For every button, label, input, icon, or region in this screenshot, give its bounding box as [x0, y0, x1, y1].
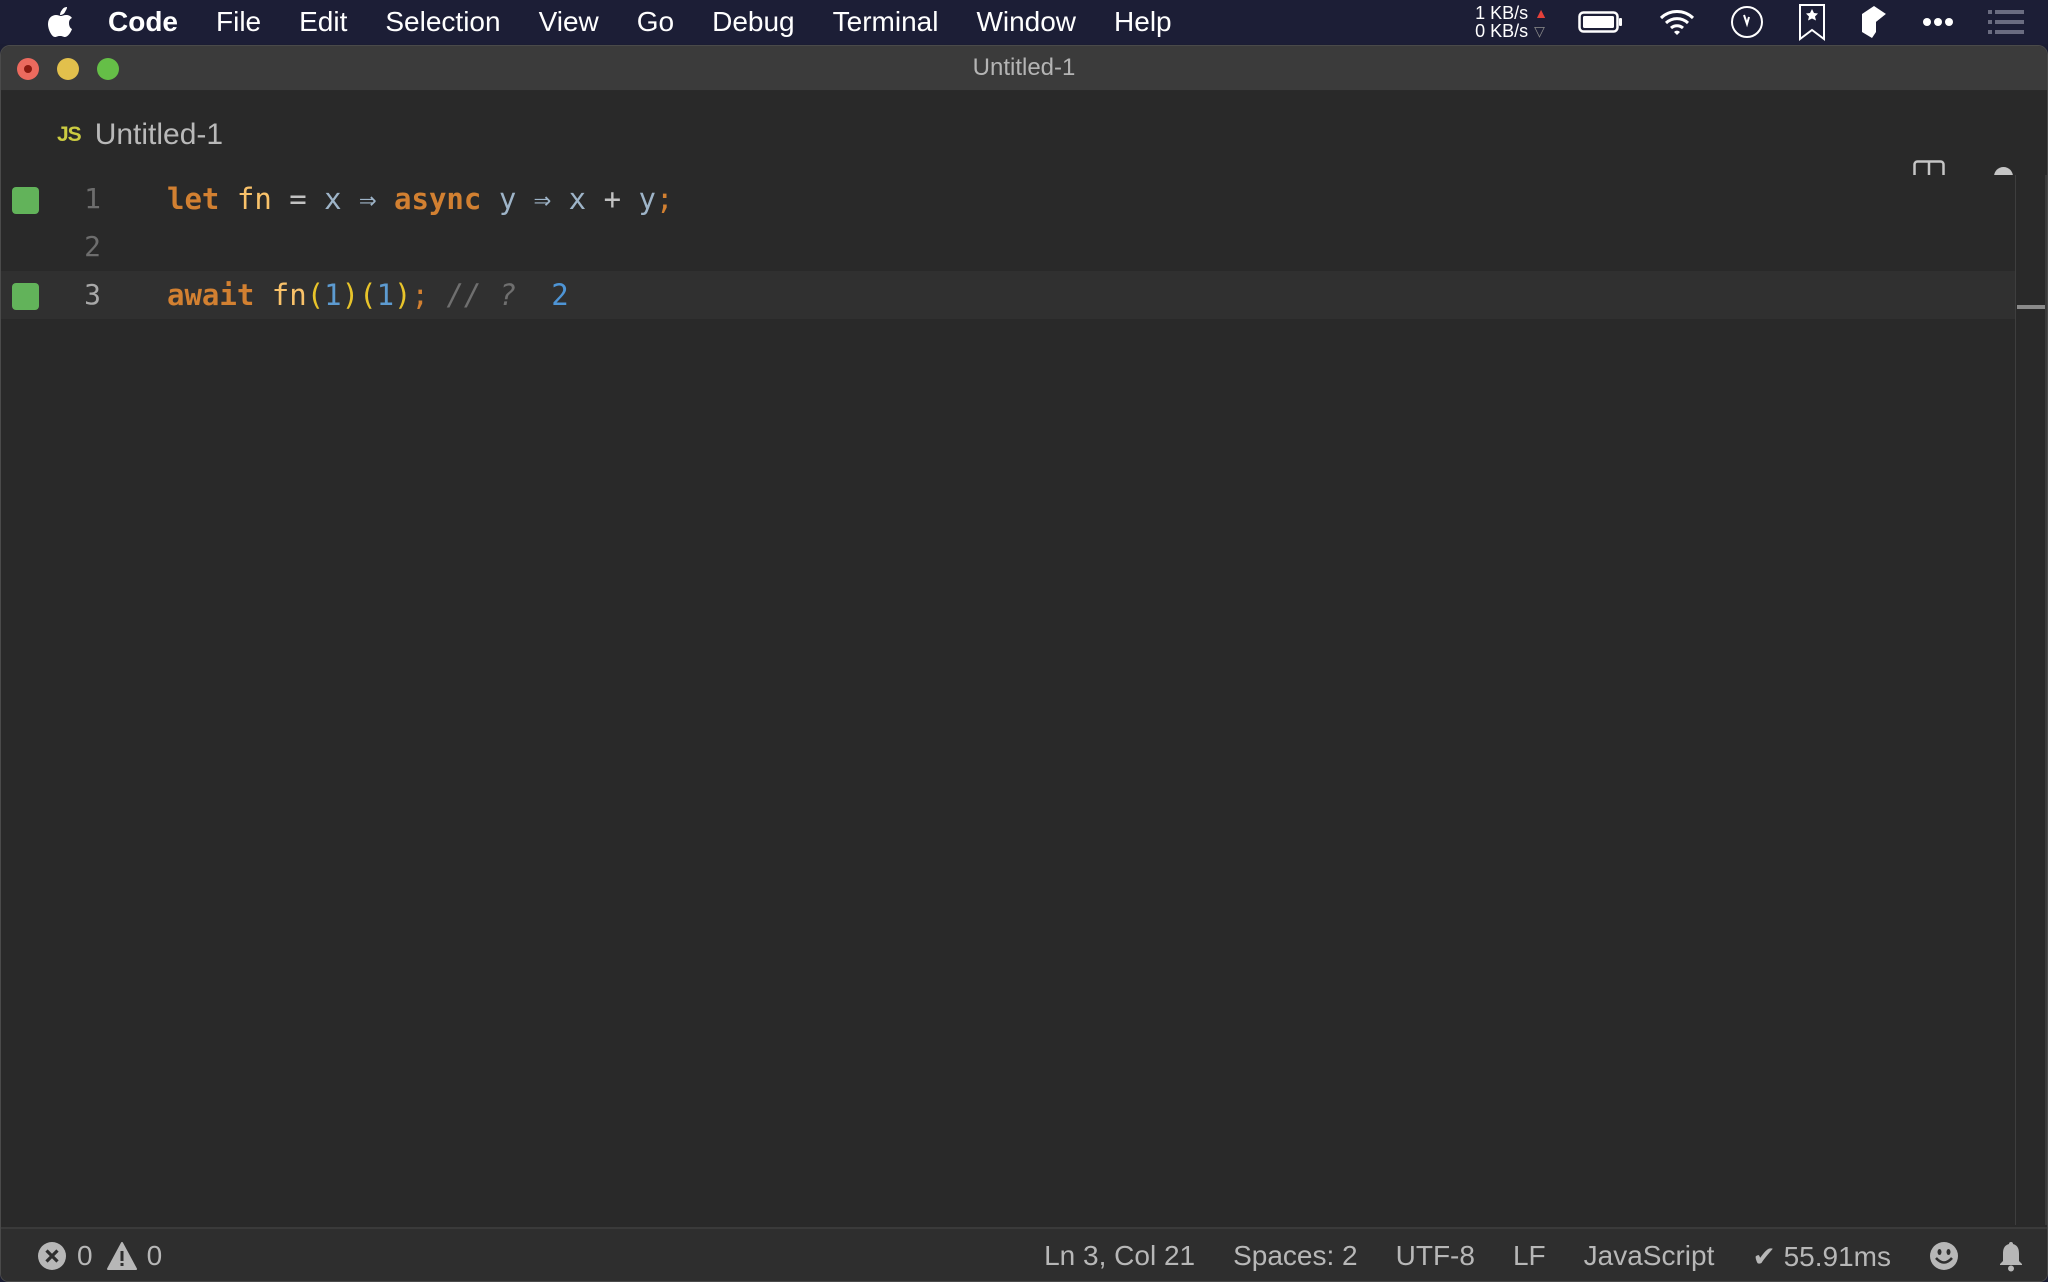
problems-indicator[interactable]: 0 0: [37, 1229, 176, 1281]
menu-terminal[interactable]: Terminal: [833, 6, 939, 38]
code-token-op: +: [586, 182, 639, 216]
quokka-timing[interactable]: ✔ 55.91ms: [1752, 1240, 1891, 1273]
menu-file[interactable]: File: [216, 6, 261, 38]
editor-line-3-current[interactable]: 3 await fn(1)(1); // ? 2: [1, 271, 2015, 319]
menu-debug[interactable]: Debug: [712, 6, 795, 38]
menu-window[interactable]: Window: [976, 6, 1076, 38]
window-title: Untitled-1: [972, 54, 1076, 81]
code-token-op: =: [271, 182, 325, 216]
code-token-var: x: [568, 182, 587, 216]
line-number: 3: [84, 278, 101, 311]
macos-menu-bar: Code File Edit Selection View Go Debug T…: [0, 0, 2048, 44]
cursor-position-marker: [2017, 305, 2047, 309]
code-token-paren: ): [341, 278, 360, 312]
end-of-line[interactable]: LF: [1513, 1240, 1546, 1272]
coverage-indicator-icon: [12, 187, 39, 214]
upload-arrow-icon: ▲: [1534, 5, 1548, 21]
code-token-semi: ;: [656, 182, 674, 216]
coverage-indicator-icon: [12, 283, 39, 310]
line-code: await fn(1)(1); // ? 2: [167, 271, 569, 319]
code-token-var: ⇒: [341, 182, 395, 216]
code-token-kw: await: [167, 278, 255, 312]
vertical-scrollbar[interactable]: [2015, 175, 2047, 1225]
warning-count: 0: [146, 1240, 163, 1271]
editor-tab-bar: JS Untitled-1: [1, 91, 2047, 192]
code-token-kw: async: [394, 182, 482, 216]
code-token-paren: ): [394, 278, 412, 312]
code-editor[interactable]: 1 let fn = x ⇒ async y ⇒ x + y; 2 3 awai…: [1, 175, 2015, 1225]
indentation[interactable]: Spaces: 2: [1233, 1240, 1358, 1272]
code-token-op: [481, 182, 498, 216]
editor-line-2[interactable]: 2: [1, 223, 2015, 271]
menu-bar-tray: 1 KB/s 0 KB/s ▲ ▽: [1475, 0, 2024, 44]
code-token-kw: let: [167, 182, 220, 216]
code-token-result: 2: [533, 278, 569, 312]
code-token-paren: (: [359, 278, 377, 312]
vscode-window: Untitled-1 JS Untitled-1 1 let fn = x ⇒ …: [0, 45, 2048, 1282]
apple-menu-icon[interactable]: [40, 6, 80, 38]
code-token-numlit: 1: [324, 278, 342, 312]
code-token-var: ⇒: [516, 182, 569, 216]
network-speed[interactable]: 1 KB/s 0 KB/s: [1475, 4, 1528, 40]
more-icon[interactable]: [1922, 17, 1954, 27]
tab-label: Untitled-1: [94, 118, 224, 151]
menu-app-code[interactable]: Code: [108, 6, 178, 38]
line-code: let fn = x ⇒ async y ⇒ x + y;: [167, 175, 673, 223]
code-token-var: x: [324, 182, 342, 216]
code-token-comment: // ?: [428, 278, 534, 312]
menu-view[interactable]: View: [539, 6, 599, 38]
tab-untitled-1[interactable]: JS Untitled-1: [57, 113, 223, 157]
cube-icon[interactable]: [1860, 4, 1888, 40]
feedback-smiley-icon[interactable]: [1929, 1241, 1959, 1271]
menu-go[interactable]: Go: [637, 6, 674, 38]
error-icon: [37, 1241, 67, 1271]
warning-icon: [106, 1242, 137, 1270]
clock-icon[interactable]: [1730, 5, 1764, 39]
code-token-var: y: [498, 182, 517, 216]
code-token-var: y: [638, 182, 656, 216]
menu-edit[interactable]: Edit: [299, 6, 347, 38]
error-count: 0: [77, 1240, 93, 1271]
status-bar-right: Ln 3, Col 21 Spaces: 2 UTF-8 LF JavaScri…: [1044, 1229, 2025, 1281]
code-token-op: [219, 182, 236, 216]
menu-selection[interactable]: Selection: [385, 6, 500, 38]
network-arrows: ▲ ▽: [1534, 4, 1548, 40]
wifi-icon[interactable]: [1658, 8, 1696, 36]
code-token-fn: fn: [271, 278, 307, 312]
cursor-position[interactable]: Ln 3, Col 21: [1044, 1240, 1195, 1272]
file-encoding[interactable]: UTF-8: [1396, 1240, 1475, 1272]
battery-icon[interactable]: [1578, 10, 1624, 34]
line-number: 1: [84, 182, 101, 215]
code-token-semi: ;: [411, 278, 429, 312]
notifications-bell-icon[interactable]: [1997, 1240, 2025, 1272]
network-up-speed: 1 KB/s: [1475, 3, 1529, 23]
menu-help[interactable]: Help: [1114, 6, 1172, 38]
code-token-paren: (: [306, 278, 325, 312]
code-token-op: [254, 278, 271, 312]
title-bar[interactable]: Untitled-1: [1, 46, 2047, 91]
line-number: 2: [84, 230, 101, 263]
javascript-file-icon: JS: [57, 123, 82, 146]
bookmark-star-icon[interactable]: [1798, 3, 1826, 41]
code-token-fn: fn: [236, 182, 272, 216]
download-arrow-icon: ▽: [1534, 23, 1545, 39]
network-down-speed: 0 KB/s: [1475, 21, 1529, 41]
language-mode[interactable]: JavaScript: [1584, 1240, 1715, 1272]
status-bar: 0 0 Ln 3, Col 21 Spaces: 2 UTF-8 LF Java…: [1, 1227, 2047, 1281]
editor-line-1[interactable]: 1 let fn = x ⇒ async y ⇒ x + y;: [1, 175, 2015, 223]
code-token-numlit: 1: [376, 278, 395, 312]
list-icon[interactable]: [1988, 9, 2024, 35]
